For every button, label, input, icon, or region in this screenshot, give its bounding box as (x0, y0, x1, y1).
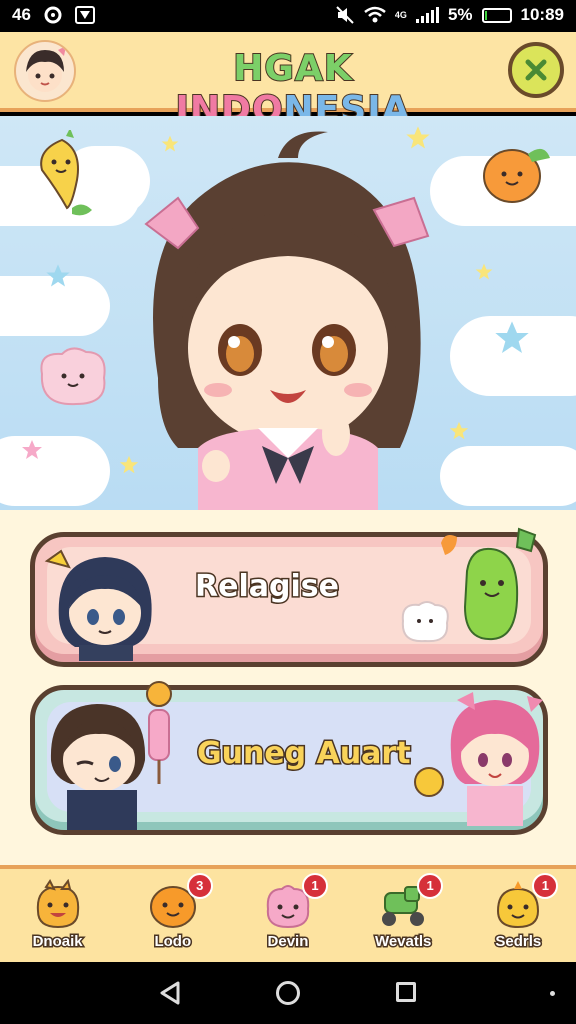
yellow-critter-icon (40, 130, 92, 216)
pink-critter-icon (40, 347, 106, 406)
star-icon (46, 264, 70, 287)
nav-item-dnoaik[interactable]: Dnoaik (8, 869, 108, 962)
nav-item-sedrls[interactable]: 1 Sedrls (468, 869, 568, 962)
orange-blob-icon (36, 879, 79, 929)
app-header: HGAK INDONESIA (0, 32, 576, 131)
menu-area: Relagise Guneg Auart (0, 510, 576, 865)
anime-girl-mascot (144, 131, 430, 510)
network-label: 4G (394, 10, 407, 20)
notification-badge: 1 (301, 873, 328, 899)
notification-badge: 1 (532, 873, 559, 899)
back-icon[interactable] (158, 980, 182, 1006)
nav-label-devin: Devin (266, 932, 310, 952)
home-icon[interactable] (276, 981, 300, 1005)
anime-boy-blue-hair-icon (44, 549, 152, 661)
signal-icon (415, 7, 439, 23)
nav-label-wevatls: Wevatls (373, 932, 432, 952)
notification-badge: 3 (186, 873, 213, 899)
guneg-auart-card-button[interactable]: Guneg Auart (30, 681, 548, 835)
star-icon (449, 421, 469, 440)
status-bar: 46 4G 5% 10:89 (0, 0, 576, 32)
recycle-icon (44, 6, 62, 24)
nav-label-sedrls: Sedrls (494, 932, 543, 952)
nav-item-wevatls[interactable]: 1 Wevatls (353, 869, 453, 962)
battery-percent: 5% (447, 5, 473, 24)
notification-badge: 1 (417, 873, 444, 899)
close-x-icon (525, 59, 547, 81)
battery-icon (481, 7, 512, 23)
relagise-label: Relagise (194, 568, 341, 606)
mail-icon (74, 6, 95, 24)
star-icon (22, 440, 42, 459)
clock: 10:89 (520, 5, 564, 24)
recent-apps-icon[interactable] (396, 982, 416, 1002)
nav-label-dnoaik: Dnoaik (31, 932, 84, 952)
title-part-1: HGAK (232, 47, 353, 90)
close-button[interactable] (508, 42, 564, 98)
nav-item-lodo[interactable]: 3 Lodo (123, 869, 223, 962)
anime-boy-avatar-icon[interactable] (14, 40, 76, 102)
hero-banner (0, 116, 576, 510)
nav-item-devin[interactable]: 1 Devin (238, 869, 338, 962)
star-icon (475, 263, 493, 280)
relagise-card-button[interactable]: Relagise (30, 527, 548, 667)
bottom-nav: Dnoaik 3 Lodo 1 Devin 1 Wevatls 1 Sedrls (0, 865, 576, 962)
wifi-icon (364, 6, 386, 23)
mute-icon (336, 6, 354, 24)
status-left-text: 46 (12, 5, 31, 24)
menu-dot-icon (550, 991, 555, 996)
nav-label-lodo: Lodo (153, 932, 193, 952)
green-pickle-critter-icon (441, 527, 537, 641)
star-icon (119, 455, 139, 474)
anime-girl-pink-hair-icon (414, 692, 543, 826)
anime-boy-brown-hair-icon (50, 681, 172, 830)
guneg-auart-label: Guneg Auart (196, 735, 413, 773)
star-icon (495, 321, 529, 353)
system-nav-bar (0, 962, 576, 1024)
orange-critter-icon (483, 148, 550, 203)
